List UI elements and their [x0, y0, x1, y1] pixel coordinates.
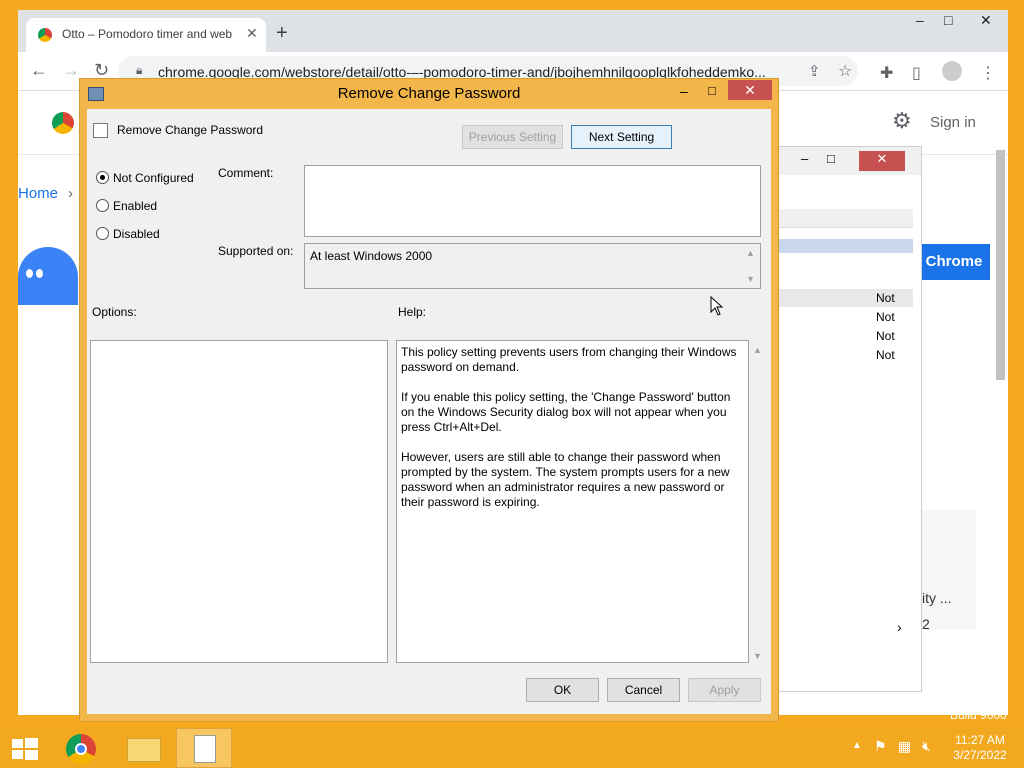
radio-label-enabled[interactable]: Enabled	[113, 199, 157, 213]
back-icon[interactable]: ←	[30, 60, 48, 81]
supported-on-value: At least Windows 2000	[310, 249, 433, 263]
show-hidden-icons-icon[interactable]: ▲	[852, 740, 862, 751]
network-icon[interactable]: ▦	[898, 738, 911, 755]
radio-not-configured[interactable]	[96, 171, 109, 184]
store-side-card	[922, 510, 976, 630]
browser-minimize-button[interactable]: –	[916, 12, 924, 28]
gear-icon[interactable]: ⚙	[892, 108, 912, 134]
chrome-app[interactable]	[54, 728, 110, 768]
taskbar: ▲ ⚑ ▦ 🔇︎ 11:27 AM 3/27/2022	[0, 728, 1024, 768]
otto-mascot-icon	[18, 247, 78, 305]
bookmark-star-icon[interactable]: ☆	[838, 61, 852, 81]
dialog-maximize-button[interactable]: □	[708, 83, 716, 98]
lock-icon: 🔒︎	[136, 63, 143, 77]
bg-maximize-button[interactable]: □	[827, 151, 835, 166]
tab-title: Otto – Pomodoro timer and web	[62, 27, 232, 41]
ok-button[interactable]: OK	[526, 678, 599, 702]
tab-close-icon[interactable]: ✕	[246, 25, 258, 42]
supported-scroll-up-icon[interactable]: ▲	[746, 248, 755, 258]
list-item: Not	[876, 310, 895, 324]
supported-scroll-down-icon[interactable]: ▼	[746, 274, 755, 284]
radio-enabled[interactable]	[96, 199, 109, 212]
extensions-icon[interactable]: ✚	[880, 63, 893, 83]
clock-date: 3/27/2022	[953, 748, 1007, 762]
previous-setting-button[interactable]: Previous Setting	[462, 125, 563, 149]
help-paragraph: If you enable this policy setting, the '…	[401, 390, 731, 434]
dialog-title: Remove Change Password	[337, 85, 521, 102]
comment-label: Comment:	[218, 166, 274, 180]
background-editor-window: – □ ✕ ›	[760, 146, 922, 692]
dialog-body: Remove Change Password Previous Setting …	[87, 109, 771, 714]
help-label: Help:	[398, 305, 427, 319]
comment-textarea[interactable]	[304, 165, 761, 237]
cancel-button[interactable]: Cancel	[607, 678, 680, 702]
chrome-icon	[66, 734, 96, 764]
start-button[interactable]	[0, 728, 56, 768]
menu-kebab-icon[interactable]: ⋮	[980, 63, 996, 83]
webstore-logo-icon[interactable]	[52, 112, 74, 134]
browser-tab[interactable]: Otto – Pomodoro timer and web ✕	[26, 18, 266, 52]
dialog-close-button[interactable]: ✕	[728, 80, 772, 100]
profile-avatar-icon[interactable]	[942, 61, 962, 81]
folder-icon	[127, 738, 161, 762]
help-scroll-down-icon[interactable]: ▼	[753, 651, 762, 661]
clock-time: 11:27 AM	[955, 733, 1005, 747]
breadcrumb-separator: ›	[68, 185, 73, 202]
policy-setting-icon	[93, 123, 108, 138]
page-scrollbar[interactable]	[996, 150, 1005, 380]
bg-close-button[interactable]: ✕	[859, 151, 905, 171]
help-text: This policy setting prevents users from …	[401, 345, 741, 525]
radio-label-disabled[interactable]: Disabled	[113, 227, 160, 241]
bg-minimize-button[interactable]: –	[801, 151, 808, 166]
next-setting-button[interactable]: Next Setting	[571, 125, 672, 149]
list-item: Not	[876, 348, 895, 362]
bg-toolbar	[761, 209, 913, 228]
radio-disabled[interactable]	[96, 227, 109, 240]
add-to-chrome-button[interactable]: Chrome	[918, 244, 990, 280]
setting-name: Remove Change Password	[117, 123, 264, 137]
dialog-minimize-button[interactable]: –	[680, 83, 688, 99]
browser-close-button[interactable]: ✕	[980, 12, 992, 29]
help-paragraph: This policy setting prevents users from …	[401, 345, 737, 374]
mouse-cursor-icon	[710, 296, 724, 316]
sign-in-link[interactable]: Sign in	[930, 114, 976, 131]
windows-logo-icon	[12, 738, 38, 760]
forward-icon[interactable]: →	[62, 60, 80, 81]
store-text-fragment-2: 2	[922, 616, 930, 632]
supported-on-field: At least Windows 2000 ▲ ▼	[304, 243, 761, 289]
breadcrumb-home[interactable]: Home	[18, 185, 58, 202]
bg-scroll-right-icon[interactable]: ›	[897, 619, 902, 635]
help-paragraph: However, users are still able to change …	[401, 450, 730, 509]
apply-button[interactable]: Apply	[688, 678, 761, 702]
browser-maximize-button[interactable]: □	[944, 12, 952, 28]
notepad-app[interactable]	[176, 728, 232, 768]
policy-setting-dialog: Remove Change Password – □ ✕ Remove Chan…	[79, 78, 779, 722]
list-item: Not	[876, 329, 895, 343]
help-panel: This policy setting prevents users from …	[396, 340, 749, 663]
bg-selection-bar	[761, 239, 913, 253]
radio-label-not-configured[interactable]: Not Configured	[113, 171, 194, 185]
options-label: Options:	[92, 305, 137, 319]
options-panel	[90, 340, 388, 663]
tab-strip: Otto – Pomodoro timer and web ✕ + – □ ✕	[18, 10, 1008, 52]
help-scroll-up-icon[interactable]: ▲	[753, 345, 762, 355]
build-watermark: Build 9600	[950, 708, 1007, 722]
background-window-titlebar: – □ ✕	[761, 147, 921, 175]
supported-on-label: Supported on:	[218, 244, 294, 258]
file-explorer-app[interactable]	[115, 728, 171, 768]
webstore-favicon-icon	[38, 28, 52, 42]
system-clock[interactable]: 11:27 AM 3/27/2022	[940, 733, 1020, 763]
list-item: Not	[876, 291, 895, 305]
store-text-fragment: ity ...	[922, 590, 952, 606]
share-icon[interactable]: ⇪	[808, 62, 821, 80]
dialog-titlebar[interactable]: Remove Change Password – □ ✕	[80, 79, 778, 109]
action-center-flag-icon[interactable]: ⚑	[874, 738, 887, 755]
new-tab-button[interactable]: +	[276, 22, 288, 45]
volume-muted-icon[interactable]: 🔇︎	[922, 738, 931, 755]
notepad-icon	[194, 735, 216, 763]
side-panel-icon[interactable]: ▯	[912, 63, 921, 83]
